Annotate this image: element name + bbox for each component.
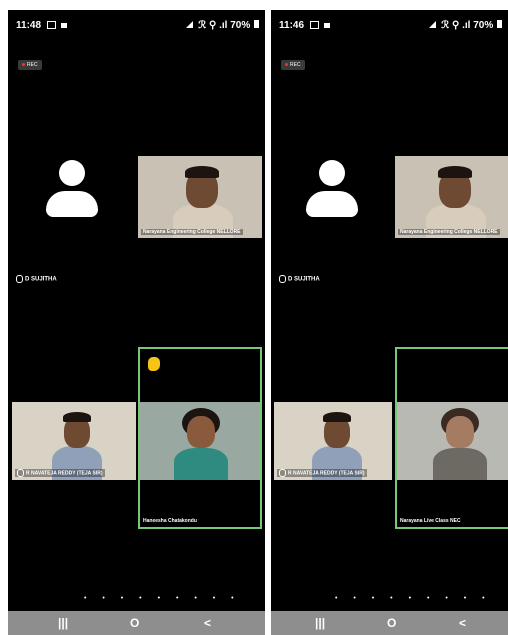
video-icon — [60, 22, 67, 28]
rec-badge: REC — [281, 60, 305, 70]
nav-bar: ||| O < — [271, 611, 508, 635]
back-button[interactable]: < — [204, 616, 211, 630]
nav-bar: ||| O < — [8, 611, 265, 635]
mic-off-icon — [279, 469, 286, 477]
signal-icon — [429, 21, 437, 28]
signal-icon — [186, 21, 194, 28]
left-phone-screen: 11:48 ℛ ⚲ .ıl 70% REC D SUJITHA Narayana… — [8, 10, 265, 635]
recents-button[interactable]: ||| — [58, 616, 68, 630]
tile-label: Narayana Engineering College NELLORE — [141, 229, 243, 235]
recents-button[interactable]: ||| — [315, 616, 325, 630]
status-time: 11:48 — [16, 20, 42, 31]
status-indicators: ℛ ⚲ .ıl 70% — [198, 20, 251, 31]
status-bar: 11:48 ℛ ⚲ .ıl 70% — [16, 20, 259, 36]
battery-icon — [497, 20, 502, 28]
self-name-label: D SUJITHA — [279, 275, 320, 283]
rec-badge: REC — [18, 60, 42, 70]
tile-label: Narayana Live Class NEC — [400, 518, 461, 524]
active-speaker-tile[interactable]: Narayana Live Class NEC — [395, 347, 508, 529]
tile-label: Narayana Engineering College NELLORE — [398, 229, 500, 235]
video-tile-navateja[interactable]: R NAVATEJA REDDY (TEJA SIR) — [274, 402, 392, 480]
home-button[interactable]: O — [387, 616, 396, 630]
video-tile-haneesha — [140, 402, 260, 480]
video-tile-navateja[interactable]: R NAVATEJA REDDY (TEJA SIR) — [12, 402, 136, 480]
video-tile-narayana-college[interactable]: Narayana Engineering College NELLORE — [395, 156, 508, 238]
page-indicator[interactable]: • • • • • • • • • — [335, 595, 492, 602]
mic-off-icon — [16, 275, 23, 283]
right-phone-screen: 11:46 ℛ ⚲ .ıl 70% REC D SUJITHA Narayana… — [271, 10, 508, 635]
home-button[interactable]: O — [130, 616, 139, 630]
video-tile-live-class — [397, 402, 508, 480]
tile-label: R NAVATEJA REDDY (TEJA SIR) — [288, 470, 365, 477]
default-avatar-icon — [46, 160, 98, 220]
tile-label: R NAVATEJA REDDY (TEJA SIR) — [26, 470, 103, 477]
raised-hand-icon — [148, 357, 160, 371]
battery-icon — [254, 20, 259, 28]
video-tile-narayana-college[interactable]: Narayana Engineering College NELLORE — [138, 156, 262, 238]
mic-off-icon — [279, 275, 286, 283]
status-indicators: ℛ ⚲ .ıl 70% — [441, 20, 494, 31]
mic-off-icon — [17, 469, 24, 477]
tile-label: Haneesha Chatakondu — [143, 518, 197, 524]
page-indicator[interactable]: • • • • • • • • • — [84, 595, 241, 602]
video-icon — [323, 22, 330, 28]
message-icon — [309, 21, 319, 30]
record-dot-icon — [22, 63, 25, 67]
record-dot-icon — [285, 63, 288, 67]
status-bar: 11:46 ℛ ⚲ .ıl 70% — [279, 20, 502, 36]
status-time: 11:46 — [279, 20, 305, 31]
message-icon — [46, 21, 56, 30]
back-button[interactable]: < — [459, 616, 466, 630]
active-speaker-tile[interactable]: Haneesha Chatakondu — [138, 347, 262, 529]
self-name-label: D SUJITHA — [16, 275, 57, 283]
default-avatar-icon — [306, 160, 358, 220]
